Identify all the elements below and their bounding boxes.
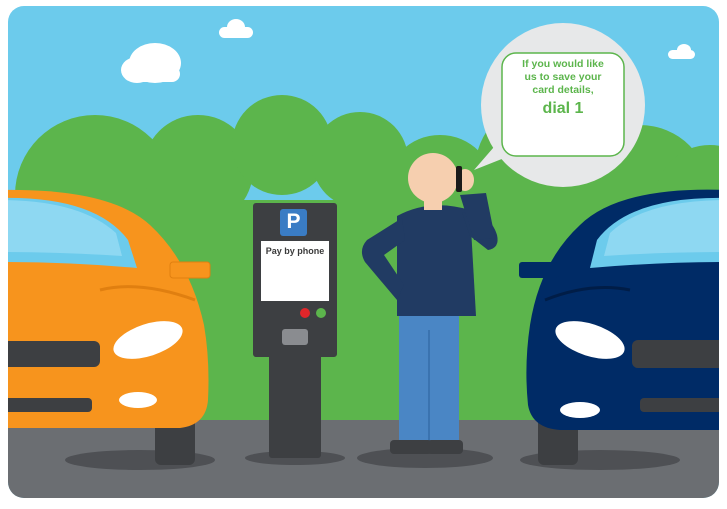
meter-screen-label: Pay by phone	[265, 246, 325, 256]
bubble-line-1: If you would like	[522, 58, 604, 70]
parking-sign-letter: P	[286, 210, 301, 233]
red-light	[300, 308, 310, 318]
card-slot	[282, 329, 308, 345]
phone-icon	[456, 166, 462, 192]
parking-scene-illustration: If you would like us to save your card d…	[0, 0, 727, 504]
bubble-emphasis: dial 1	[542, 100, 584, 117]
speech-bubble-text: If you would like us to save your card d…	[503, 58, 623, 119]
green-light	[316, 308, 326, 318]
bubble-line-3: card details,	[532, 84, 594, 96]
bubble-line-2: us to save your	[524, 71, 602, 83]
